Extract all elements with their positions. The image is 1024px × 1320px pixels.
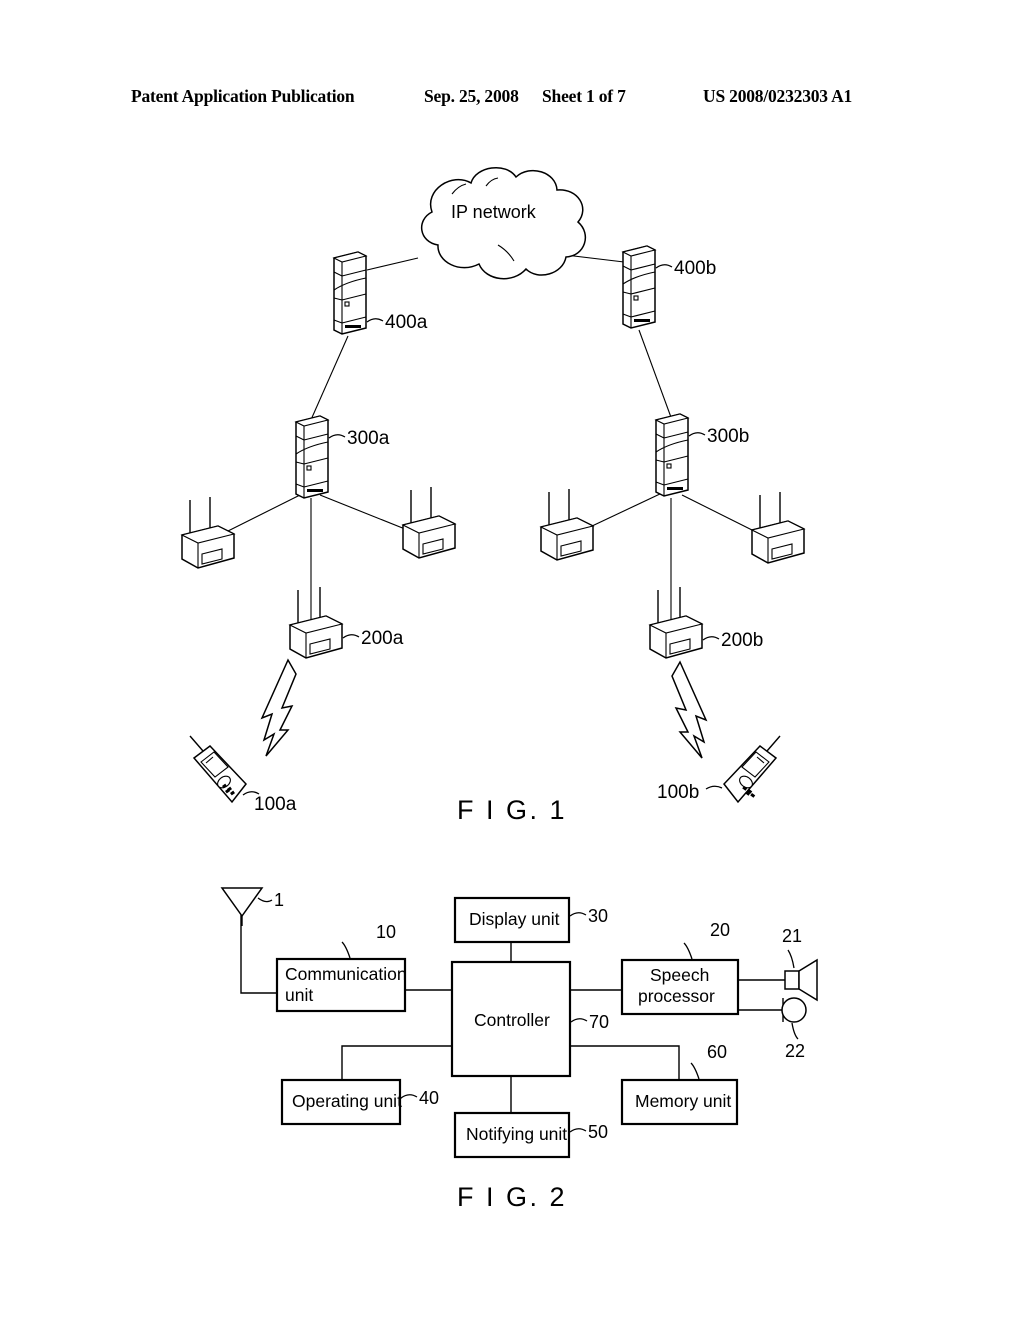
- figure-2-caption: F I G. 2: [456, 1182, 568, 1212]
- server-400a: 400a: [332, 251, 428, 335]
- access-point-left-outer: [180, 497, 236, 569]
- ref-label-200b: 200b: [721, 630, 763, 651]
- figure-1: IP network 400a 400b 300a 300b 200a 200b…: [0, 150, 1024, 850]
- communication-unit-block[interactable]: Communication unit 10: [275, 922, 407, 1013]
- speech-processor-block[interactable]: Speech processor 20: [620, 920, 740, 1016]
- wireless-access-point-icon: [401, 487, 457, 559]
- wireless-access-point-icon: [648, 587, 704, 659]
- figure-1-canvas: IP network 400a 400b 300a 300b 200a 200b…: [180, 166, 806, 815]
- link-400b-300b: [638, 329, 673, 421]
- ref-label-300b: 300b: [707, 426, 749, 447]
- access-point-200a: 200a: [288, 587, 404, 659]
- wireless-access-point-icon: [750, 492, 806, 564]
- speaker-block: 21: [782, 926, 818, 1002]
- mobile-phone-icon: [189, 735, 247, 804]
- sheet-number: Sheet 1 of 7: [542, 86, 626, 106]
- ref-label-microphone: 22: [785, 1041, 805, 1061]
- radio-wave-icon-left: [260, 658, 297, 757]
- antenna-icon: [220, 887, 264, 926]
- microphone-icon: [781, 997, 807, 1023]
- link-300a-ap-right: [319, 494, 416, 534]
- figure-2: 1 Communication unit 10 Display unit 30 …: [0, 880, 1024, 1220]
- publication-date: Sep. 25, 2008: [424, 86, 519, 106]
- server-tower-icon: [654, 413, 690, 497]
- server-tower-icon: [621, 245, 657, 329]
- speech-processor-label-line1: Speech: [650, 965, 709, 985]
- page-header: Patent Application Publication Sep. 25, …: [0, 86, 1024, 112]
- figure-1-caption: F I G. 1: [456, 795, 568, 825]
- notifying-unit-label: Notifying unit: [466, 1124, 567, 1144]
- speaker-icon: [784, 958, 818, 1002]
- cloud-icon: IP network: [421, 166, 587, 280]
- ref-label-communication: 10: [376, 922, 396, 942]
- ref-label-400b: 400b: [674, 258, 716, 279]
- cloud-label: IP network: [451, 202, 537, 222]
- ref-label-notifying: 50: [588, 1122, 608, 1142]
- server-tower-icon: [332, 251, 368, 335]
- server-400b: 400b: [621, 245, 716, 329]
- ref-label-200a: 200a: [361, 628, 404, 649]
- link-400a-300a: [309, 335, 349, 423]
- controller-block[interactable]: Controller 70: [450, 960, 609, 1078]
- ref-label-speaker: 21: [782, 926, 802, 946]
- memory-unit-label: Memory unit: [635, 1091, 731, 1111]
- publication-title: Patent Application Publication: [131, 86, 355, 106]
- ref-label-memory: 60: [707, 1042, 727, 1062]
- patent-number: US 2008/0232303 A1: [703, 86, 853, 106]
- speech-processor-label-line2: processor: [638, 986, 715, 1006]
- ref-label-400a: 400a: [385, 312, 428, 333]
- antenna-block: 1: [220, 887, 284, 926]
- wireless-access-point-icon: [180, 497, 236, 569]
- server-300a: 300a: [294, 415, 390, 499]
- communication-unit-label-line1: Communication: [285, 964, 407, 984]
- server-300b: 300b: [654, 413, 749, 497]
- operating-unit-block[interactable]: Operating unit 40: [280, 1078, 439, 1126]
- ref-label-300a: 300a: [347, 428, 390, 449]
- server-tower-icon: [294, 415, 330, 499]
- access-point-left-inner: [401, 487, 457, 559]
- wireless-access-point-icon: [288, 587, 344, 659]
- notifying-unit-block[interactable]: Notifying unit 50: [453, 1111, 608, 1159]
- figure-2-canvas: 1 Communication unit 10 Display unit 30 …: [220, 887, 818, 1159]
- mobile-phone-100b: 100b: [657, 735, 781, 804]
- ref-label-antenna: 1: [274, 890, 284, 910]
- display-unit-label: Display unit: [469, 909, 560, 929]
- access-point-200b: 200b: [648, 587, 763, 659]
- access-point-right-outer: [750, 492, 806, 564]
- access-point-right-inner: [539, 489, 595, 561]
- ref-label-operating: 40: [419, 1088, 439, 1108]
- microphone-block: 22: [781, 997, 807, 1061]
- ref-label-controller: 70: [589, 1012, 609, 1032]
- radio-wave-icon-right: [671, 660, 708, 759]
- operating-unit-label: Operating unit: [292, 1091, 402, 1111]
- communication-unit-label-line2: unit: [285, 985, 313, 1005]
- ref-label-display: 30: [588, 906, 608, 926]
- display-unit-block[interactable]: Display unit 30: [453, 896, 608, 944]
- ref-label-speech: 20: [710, 920, 730, 940]
- wireless-access-point-icon: [539, 489, 595, 561]
- controller-label: Controller: [474, 1010, 550, 1030]
- mobile-phone-icon: [723, 735, 781, 804]
- link-cloud-400a: [366, 257, 419, 271]
